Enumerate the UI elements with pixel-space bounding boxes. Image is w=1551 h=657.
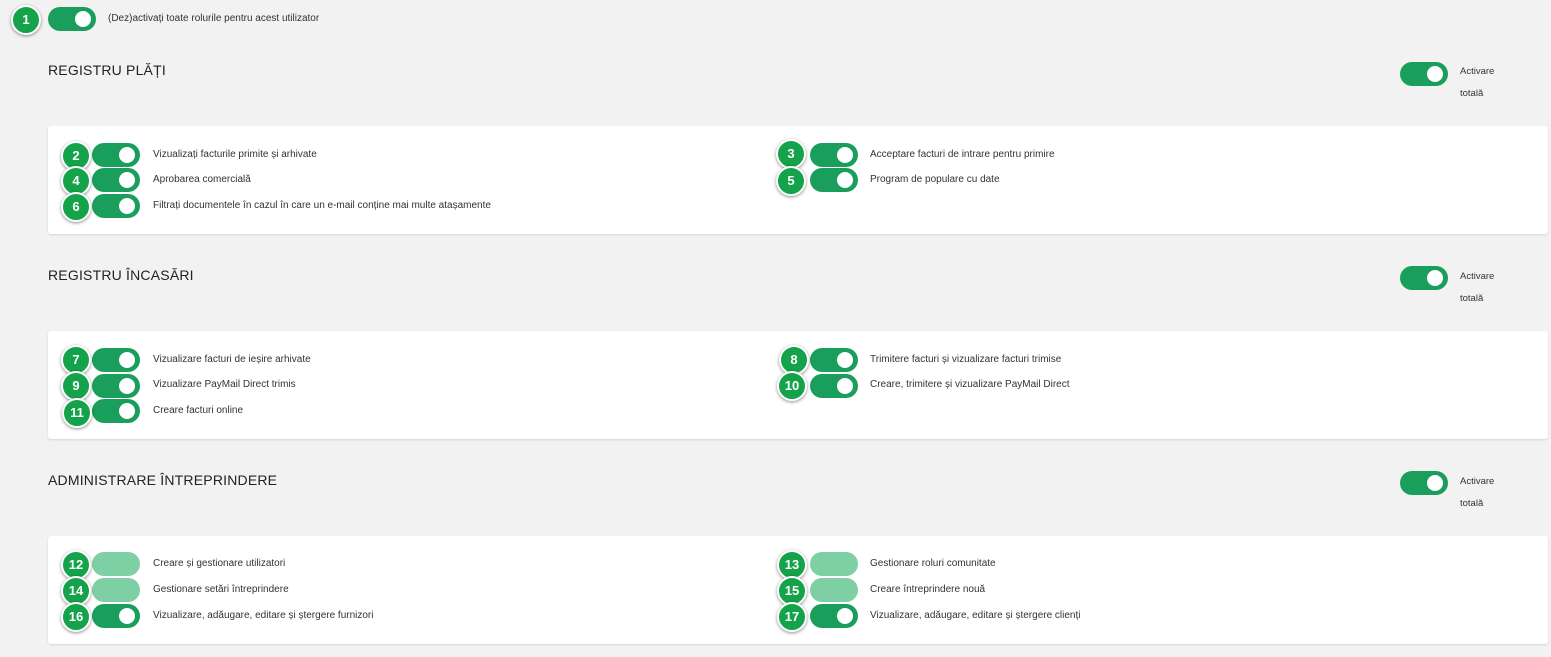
role-label: Gestionare roluri comunitate	[870, 558, 996, 569]
callout-badge: 11	[62, 398, 92, 428]
toggle-role[interactable]	[92, 194, 140, 218]
toggle-knob	[1427, 270, 1443, 286]
section-title-registru-plati: REGISTRU PLĂȚI	[48, 62, 166, 78]
toggle-role-disabled[interactable]	[92, 552, 140, 576]
role-label: Creare facturi online	[153, 405, 244, 416]
toggle-knob	[119, 352, 135, 368]
role-label: Vizualizare, adăugare, editare și șterge…	[153, 610, 374, 621]
total-activation-line2: totală	[1460, 88, 1484, 99]
role-label: Aprobarea comercială	[153, 174, 251, 185]
user-roles-page: 1 (Dez)activați toate rolurile pentru ac…	[0, 0, 1551, 657]
total-activation-label: Activare totală	[1460, 471, 1520, 515]
toggle-role-disabled[interactable]	[810, 578, 858, 602]
total-activation-label: Activare totală	[1460, 266, 1520, 310]
role-label: Program de populare cu date	[870, 174, 1000, 185]
toggle-all-roles-label: (Dez)activați toate rolurile pentru aces…	[108, 13, 320, 24]
total-activation-line1: Activare	[1460, 271, 1495, 282]
role-label: Filtrați documentele în cazul în care un…	[153, 200, 491, 211]
callout-badge: 16	[61, 602, 91, 632]
toggle-total-registru-incasari[interactable]	[1400, 266, 1448, 290]
role-label: Creare și gestionare utilizatori	[153, 558, 286, 569]
callout-badge: 9	[61, 371, 91, 401]
section-title-administrare-intreprindere: ADMINISTRARE ÎNTREPRINDERE	[48, 472, 278, 488]
callout-badge: 5	[776, 166, 806, 196]
toggle-role[interactable]	[92, 348, 140, 372]
role-label: Vizualizare facturi de ieșire arhivate	[153, 354, 311, 365]
toggle-role[interactable]	[810, 374, 858, 398]
toggle-role-disabled[interactable]	[92, 578, 140, 602]
toggle-knob	[119, 403, 135, 419]
total-activation-line2: totală	[1460, 293, 1484, 304]
toggle-role[interactable]	[92, 143, 140, 167]
role-label: Vizualizați facturile primite și arhivat…	[153, 149, 317, 160]
toggle-knob	[119, 198, 135, 214]
toggle-knob	[1427, 475, 1443, 491]
role-label: Creare, trimitere și vizualizare PayMail…	[870, 379, 1070, 390]
toggle-knob	[75, 11, 91, 27]
toggle-role[interactable]	[92, 374, 140, 398]
toggle-knob	[837, 608, 853, 624]
toggle-all-roles[interactable]	[48, 7, 96, 31]
role-label: Vizualizare PayMail Direct trimis	[153, 379, 296, 390]
toggle-knob	[119, 608, 135, 624]
toggle-role-disabled[interactable]	[810, 552, 858, 576]
toggle-knob	[837, 378, 853, 394]
toggle-role[interactable]	[810, 604, 858, 628]
toggle-role[interactable]	[810, 168, 858, 192]
toggle-role[interactable]	[92, 604, 140, 628]
callout-badge: 1	[11, 5, 41, 35]
toggle-total-administrare-intreprindere[interactable]	[1400, 471, 1448, 495]
section-title-registru-incasari: REGISTRU ÎNCASĂRI	[48, 267, 194, 283]
toggle-role[interactable]	[92, 168, 140, 192]
callout-badge: 6	[61, 192, 91, 222]
role-label: Trimitere facturi și vizualizare facturi…	[870, 354, 1062, 365]
role-label: Gestionare setări întreprindere	[153, 584, 289, 595]
toggle-knob	[837, 172, 853, 188]
toggle-knob	[837, 352, 853, 368]
callout-badge: 10	[777, 371, 807, 401]
toggle-role[interactable]	[810, 348, 858, 372]
role-label: Creare întreprindere nouă	[870, 584, 986, 595]
role-label: Acceptare facturi de intrare pentru prim…	[870, 149, 1055, 160]
toggle-knob	[119, 147, 135, 163]
toggle-total-registru-plati[interactable]	[1400, 62, 1448, 86]
toggle-knob	[119, 172, 135, 188]
role-label: Vizualizare, adăugare, editare și șterge…	[870, 610, 1081, 621]
total-activation-line1: Activare	[1460, 66, 1495, 77]
toggle-role[interactable]	[810, 143, 858, 167]
total-activation-line1: Activare	[1460, 476, 1495, 487]
total-activation-label: Activare totală	[1460, 61, 1520, 105]
total-activation-line2: totală	[1460, 498, 1484, 509]
toggle-knob	[1427, 66, 1443, 82]
toggle-role[interactable]	[92, 399, 140, 423]
toggle-knob	[837, 147, 853, 163]
toggle-knob	[119, 378, 135, 394]
callout-badge: 17	[777, 602, 807, 632]
callout-badge: 3	[776, 139, 806, 169]
